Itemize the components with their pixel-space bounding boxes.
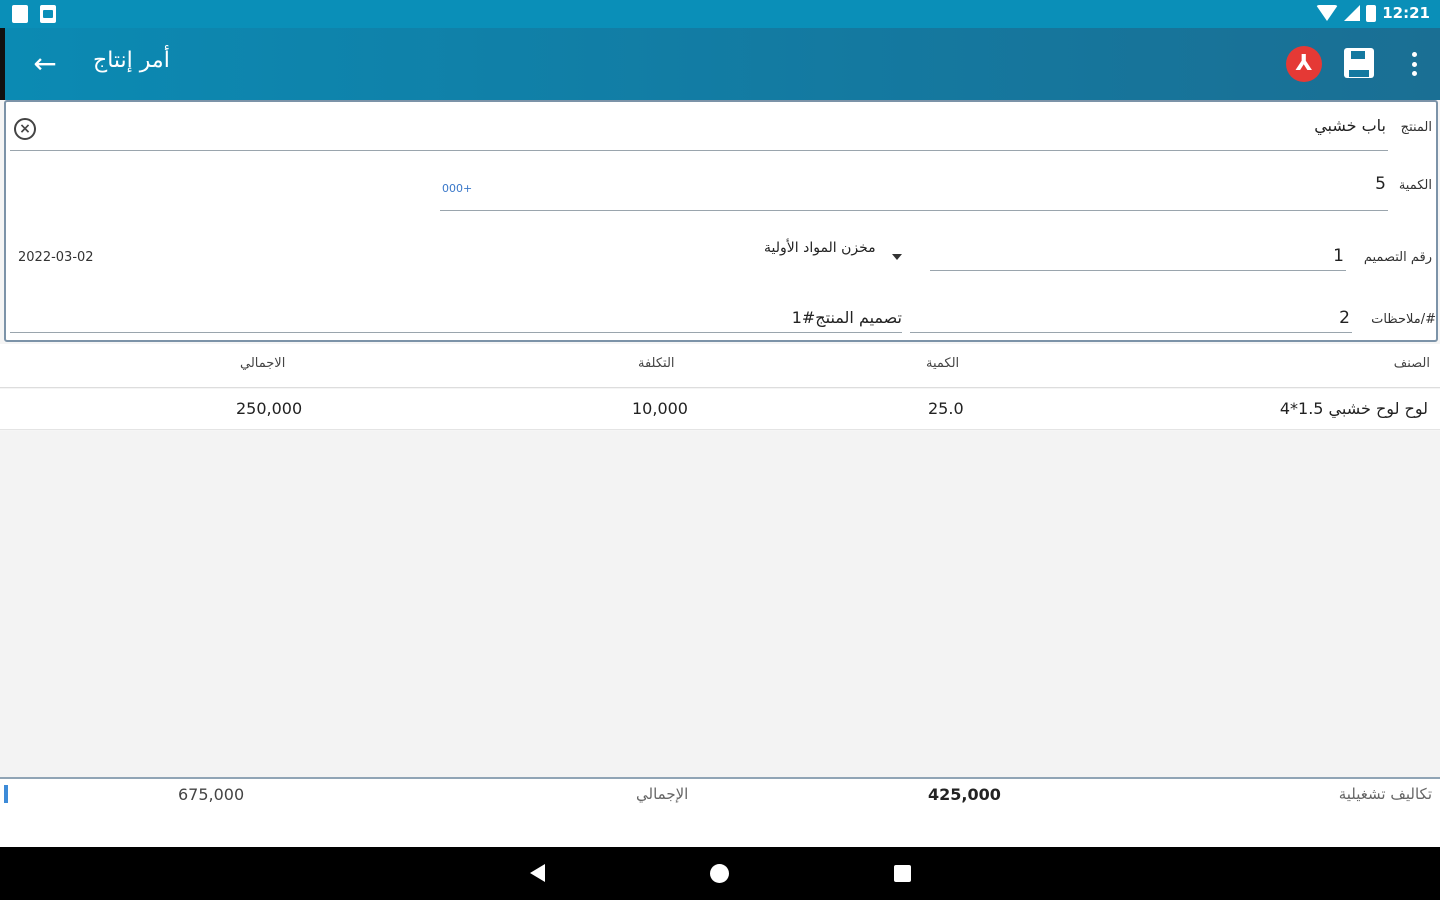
pdf-icon[interactable]: ⅄	[1286, 46, 1322, 82]
operating-costs-label: تكاليف تشغيلية	[1338, 785, 1432, 803]
page-title: أمر إنتاج	[93, 48, 170, 73]
notes-field[interactable]: 2	[1339, 308, 1350, 328]
quantity-field[interactable]: 5	[1375, 174, 1386, 194]
sd-card-icon	[40, 5, 56, 23]
row-cost: 10,000	[632, 399, 688, 418]
production-order-form: × المنتج باب خشبي الكمية 5 000+ 2022-03-…	[4, 100, 1438, 342]
table-header: الصنف الكمية التكلفة الاجمالي	[0, 344, 1440, 388]
clear-icon[interactable]: ×	[14, 118, 36, 140]
column-total: الاجمالي	[240, 356, 286, 371]
design-number-label: رقم التصميم	[1363, 250, 1432, 265]
table-row[interactable]: لوح لوح خشبي 1.5*4 25.0 10,000 250,000	[0, 389, 1440, 430]
text-cursor	[4, 785, 8, 803]
app-bar: ← أمر إنتاج ⅄	[0, 28, 1440, 100]
system-indicators: 12:21	[1316, 4, 1430, 22]
design-name-field[interactable]: تصميم المنتج#1	[766, 308, 902, 327]
chevron-down-icon[interactable]	[892, 254, 902, 260]
save-icon[interactable]	[1344, 48, 1374, 78]
product-field[interactable]: باب خشبي	[1314, 116, 1386, 135]
more-vert-icon[interactable]	[1408, 50, 1420, 78]
design-number-field[interactable]: 1	[1333, 246, 1344, 266]
quantity-hint: 000+	[442, 182, 473, 195]
column-item: الصنف	[1393, 356, 1430, 371]
status-time: 12:21	[1382, 4, 1430, 22]
column-cost: التكلفة	[638, 356, 675, 371]
nav-recents-icon[interactable]	[894, 865, 911, 882]
totals-footer: تكاليف تشغيلية 425,000 الإجمالي 675,000	[0, 777, 1440, 847]
notes-underline	[910, 332, 1352, 333]
status-bar: 12:21	[0, 0, 1440, 28]
product-label: المنتج	[1400, 120, 1432, 135]
clipboard-icon	[12, 5, 28, 23]
total-value: 675,000	[178, 785, 245, 804]
cell-signal-icon	[1344, 5, 1361, 21]
quantity-label: الكمية	[1398, 178, 1432, 193]
quantity-underline	[440, 210, 1388, 211]
nav-home-icon[interactable]	[710, 864, 729, 883]
arrow-back-icon[interactable]: ←	[27, 46, 63, 82]
date-value[interactable]: 2022-03-02	[18, 250, 94, 265]
product-underline	[10, 150, 1388, 151]
total-label: الإجمالي	[636, 785, 689, 803]
system-nav-bar	[0, 847, 1440, 900]
warehouse-select[interactable]: مخزن المواد الأولية	[764, 240, 876, 256]
battery-icon	[1366, 4, 1377, 22]
row-total: 250,000	[236, 399, 303, 418]
nav-back-icon[interactable]	[530, 864, 545, 882]
design-number-underline	[930, 270, 1346, 271]
column-quantity: الكمية	[926, 356, 960, 371]
row-quantity: 25.0	[928, 399, 964, 418]
notes-label: #/ملاحظات	[1371, 312, 1436, 327]
row-item: لوح لوح خشبي 1.5*4	[1279, 399, 1428, 418]
design-name-underline	[10, 332, 902, 333]
table-empty-area	[0, 431, 1440, 777]
notification-icons	[12, 5, 56, 23]
operating-costs-value[interactable]: 425,000	[928, 785, 1001, 804]
wifi-icon	[1316, 5, 1339, 21]
